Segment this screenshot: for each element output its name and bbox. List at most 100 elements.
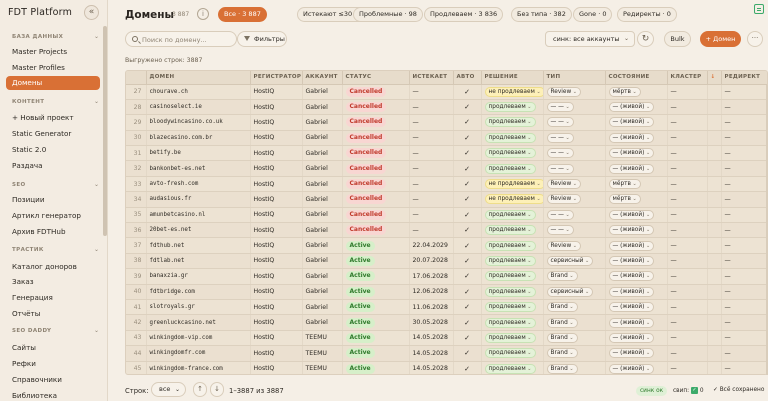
table-row[interactable]: 45 winkingdom-france.com HostIQ TEEMU Active…: [126, 361, 767, 374]
table-row[interactable]: 31 betify.be HostIQ Gabriel Cancelled — ✓ продл…: [126, 145, 767, 162]
table-row[interactable]: 37 fdthub.net HostIQ Gabriel Active 22.04.202…: [126, 237, 767, 254]
state-dropdown[interactable]: мёртв ⌄: [608, 194, 641, 205]
chevron-down-icon[interactable]: ⌄: [94, 246, 99, 253]
state-dropdown[interactable]: — (живой) ⌄: [608, 363, 655, 374]
refresh-button[interactable]: ↻: [637, 31, 654, 47]
state-dropdown[interactable]: — (живой) ⌄: [608, 317, 655, 328]
state-dropdown[interactable]: мёртв ⌄: [608, 86, 641, 97]
table-row[interactable]: 42 greenluckcasino.net HostIQ Gabriel Active…: [126, 314, 767, 331]
type-dropdown[interactable]: Review ⌄: [546, 86, 581, 97]
decision-dropdown[interactable]: продлеваем ⌄: [484, 209, 536, 220]
state-dropdown[interactable]: — (живой) ⌄: [608, 132, 655, 143]
state-dropdown[interactable]: — (живой) ⌄: [608, 286, 655, 297]
table-row[interactable]: 40 fdtbridge.com HostIQ Gabriel Active 12.06.…: [126, 284, 767, 300]
table-row[interactable]: 39 banaxzia.gr HostIQ Gabriel Active 17.06.20…: [126, 268, 767, 285]
chevron-down-icon[interactable]: ⌄: [94, 98, 99, 105]
decision-dropdown[interactable]: не продлеваем ⌄: [484, 86, 542, 97]
decision-dropdown[interactable]: не продлеваем ⌄: [484, 194, 542, 205]
decision-dropdown[interactable]: продлеваем ⌄: [484, 225, 536, 236]
decision-dropdown[interactable]: продлеваем ⌄: [484, 102, 536, 113]
decision-dropdown[interactable]: продлеваем ⌄: [484, 132, 536, 143]
state-dropdown[interactable]: — (живой) ⌄: [608, 302, 655, 313]
state-dropdown[interactable]: — (живой) ⌄: [608, 225, 655, 236]
chevron-down-icon[interactable]: ⌄: [94, 327, 99, 334]
sidebar-item[interactable]: Static Generator: [12, 129, 71, 138]
type-dropdown[interactable]: Review ⌄: [546, 240, 581, 251]
state-dropdown[interactable]: — (живой) ⌄: [608, 255, 655, 266]
column-header[interactable]: РЕГИСТРАТОР: [250, 71, 303, 85]
table-row[interactable]: 32 bankonbet-es.net HostIQ Gabriel Cancelled…: [126, 160, 767, 177]
state-dropdown[interactable]: — (живой) ⌄: [608, 209, 655, 220]
state-dropdown[interactable]: — (живой) ⌄: [608, 102, 655, 113]
search-input[interactable]: [142, 34, 234, 45]
rows-per-page-select[interactable]: все ⌄: [151, 382, 186, 397]
sidebar-section-title[interactable]: ТРАСТИК: [12, 247, 44, 253]
decision-dropdown[interactable]: продлеваем ⌄: [484, 255, 536, 266]
sidebar-item[interactable]: Static 2.0: [12, 145, 46, 154]
column-header[interactable]: КЛАСТЕР: [667, 71, 708, 85]
type-dropdown[interactable]: — — ⌄: [546, 102, 574, 113]
type-dropdown[interactable]: Brand ⌄: [546, 348, 578, 359]
column-header[interactable]: РЕДИРЕКТ: [721, 71, 767, 85]
page-down-button[interactable]: ↓: [210, 382, 224, 397]
table-row[interactable]: 29 bloodywincasino.co.uk HostIQ Gabriel Canc…: [126, 114, 767, 131]
sidebar-item[interactable]: Библиотека: [12, 391, 57, 400]
sync-account-select[interactable]: синк: все аккаунты ⌄: [545, 31, 635, 47]
type-dropdown[interactable]: сервисный ⌄: [546, 286, 594, 297]
sidebar-item[interactable]: Master Projects: [12, 47, 67, 56]
filter-pill[interactable]: Без типа · 382: [511, 7, 572, 22]
state-dropdown[interactable]: — (живой) ⌄: [608, 348, 655, 359]
column-header[interactable]: [126, 71, 147, 85]
table-row[interactable]: 41 slotroyals.gr HostIQ Gabriel Active 11.06.…: [126, 299, 767, 316]
column-header[interactable]: РЕШЕНИЕ: [481, 71, 544, 85]
collapse-sidebar-button[interactable]: «: [84, 5, 99, 20]
column-header[interactable]: АВТО: [453, 71, 482, 85]
sidebar-section-title[interactable]: КОНТЕНТ: [12, 99, 44, 105]
decision-dropdown[interactable]: продлеваем ⌄: [484, 363, 536, 374]
filters-button[interactable]: Фильтры: [237, 31, 287, 47]
decision-dropdown[interactable]: продлеваем ⌄: [484, 348, 536, 359]
filter-pill[interactable]: Редиректы · 0: [617, 7, 677, 22]
decision-dropdown[interactable]: продлеваем ⌄: [484, 148, 536, 159]
sidebar-item[interactable]: Каталог доноров: [12, 262, 77, 271]
chevron-down-icon[interactable]: ⌄: [94, 181, 99, 188]
table-row[interactable]: 34 audasious.fr HostIQ Gabriel Cancelled — ✓ не…: [126, 191, 767, 208]
page-up-button[interactable]: ↑: [193, 382, 207, 397]
state-dropdown[interactable]: — (живой) ⌄: [608, 117, 655, 128]
info-icon[interactable]: i: [197, 8, 209, 20]
sheet-export-icon[interactable]: [754, 4, 764, 14]
column-header[interactable]: ↓: [707, 71, 722, 85]
state-dropdown[interactable]: — (живой) ⌄: [608, 271, 655, 282]
decision-dropdown[interactable]: продлеваем ⌄: [484, 302, 536, 313]
type-dropdown[interactable]: Brand ⌄: [546, 271, 578, 282]
type-dropdown[interactable]: Brand ⌄: [546, 317, 578, 328]
decision-dropdown[interactable]: не продлеваем ⌄: [484, 179, 542, 190]
sidebar-item[interactable]: Master Profiles: [12, 63, 65, 72]
column-header[interactable]: ТИП: [543, 71, 606, 85]
type-dropdown[interactable]: Brand ⌄: [546, 302, 578, 313]
table-row[interactable]: 36 20bet-es.net HostIQ Gabriel Cancelled — ✓ пр…: [126, 222, 767, 239]
column-header[interactable]: ИСТЕКАЕТ: [409, 71, 454, 85]
type-dropdown[interactable]: — — ⌄: [546, 209, 574, 220]
sidebar-item[interactable]: + Новый проект: [12, 113, 74, 122]
sidebar-item[interactable]: Позиции: [12, 195, 45, 204]
sidebar-item[interactable]: Артикл генератор: [12, 211, 81, 220]
state-dropdown[interactable]: мёртв ⌄: [608, 179, 641, 190]
sidebar-item[interactable]: Домены: [6, 76, 100, 90]
column-header[interactable]: СОСТОЯНИЕ: [605, 71, 668, 85]
table-row[interactable]: 35 amunbetcasino.nl HostIQ Gabriel Cancelled…: [126, 207, 767, 224]
type-dropdown[interactable]: Brand ⌄: [546, 363, 578, 374]
decision-dropdown[interactable]: продлеваем ⌄: [484, 240, 536, 251]
table-row[interactable]: 44 winkingdomfr.com HostIQ TEEMU Active 14.05…: [126, 345, 767, 362]
more-options-button[interactable]: ···: [747, 31, 763, 47]
decision-dropdown[interactable]: продлеваем ⌄: [484, 271, 536, 282]
sidebar-item[interactable]: Архив FDTHub: [12, 227, 66, 236]
table-row[interactable]: 28 casinoselect.ie HostIQ Gabriel Cancelled —…: [126, 99, 767, 116]
sidebar-item[interactable]: Раздача: [12, 161, 43, 170]
table-row[interactable]: 38 fdtlab.net HostIQ Gabriel Active 20.07.202…: [126, 253, 767, 270]
type-dropdown[interactable]: — — ⌄: [546, 117, 574, 128]
type-dropdown[interactable]: Brand ⌄: [546, 332, 578, 343]
sidebar-item[interactable]: Генерация: [12, 293, 53, 302]
column-header[interactable]: СТАТУС: [342, 71, 410, 85]
column-header[interactable]: АККАУНТ: [302, 71, 343, 85]
